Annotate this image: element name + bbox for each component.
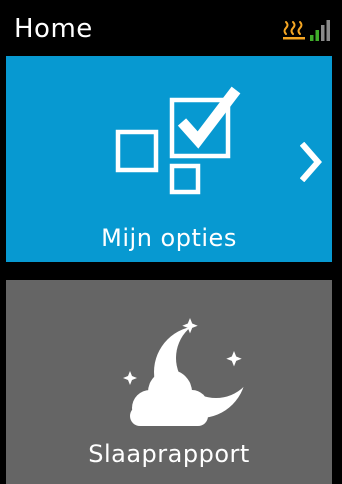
- page-title: Home: [14, 14, 93, 44]
- heating-icon: [283, 21, 305, 40]
- checkbox-options-icon: [115, 86, 241, 195]
- status-bar: Home: [0, 0, 342, 50]
- chevron-right-icon[interactable]: [300, 142, 322, 182]
- moon-cloud-icon: [123, 318, 246, 426]
- sleep-report-label: Slaaprapport: [88, 440, 250, 468]
- my-options-label: Mijn opties: [101, 224, 237, 252]
- my-options-tile[interactable]: Mijn opties: [6, 56, 332, 262]
- signal-strength-icon: [310, 20, 330, 41]
- sleep-report-tile[interactable]: Slaaprapport: [6, 280, 332, 484]
